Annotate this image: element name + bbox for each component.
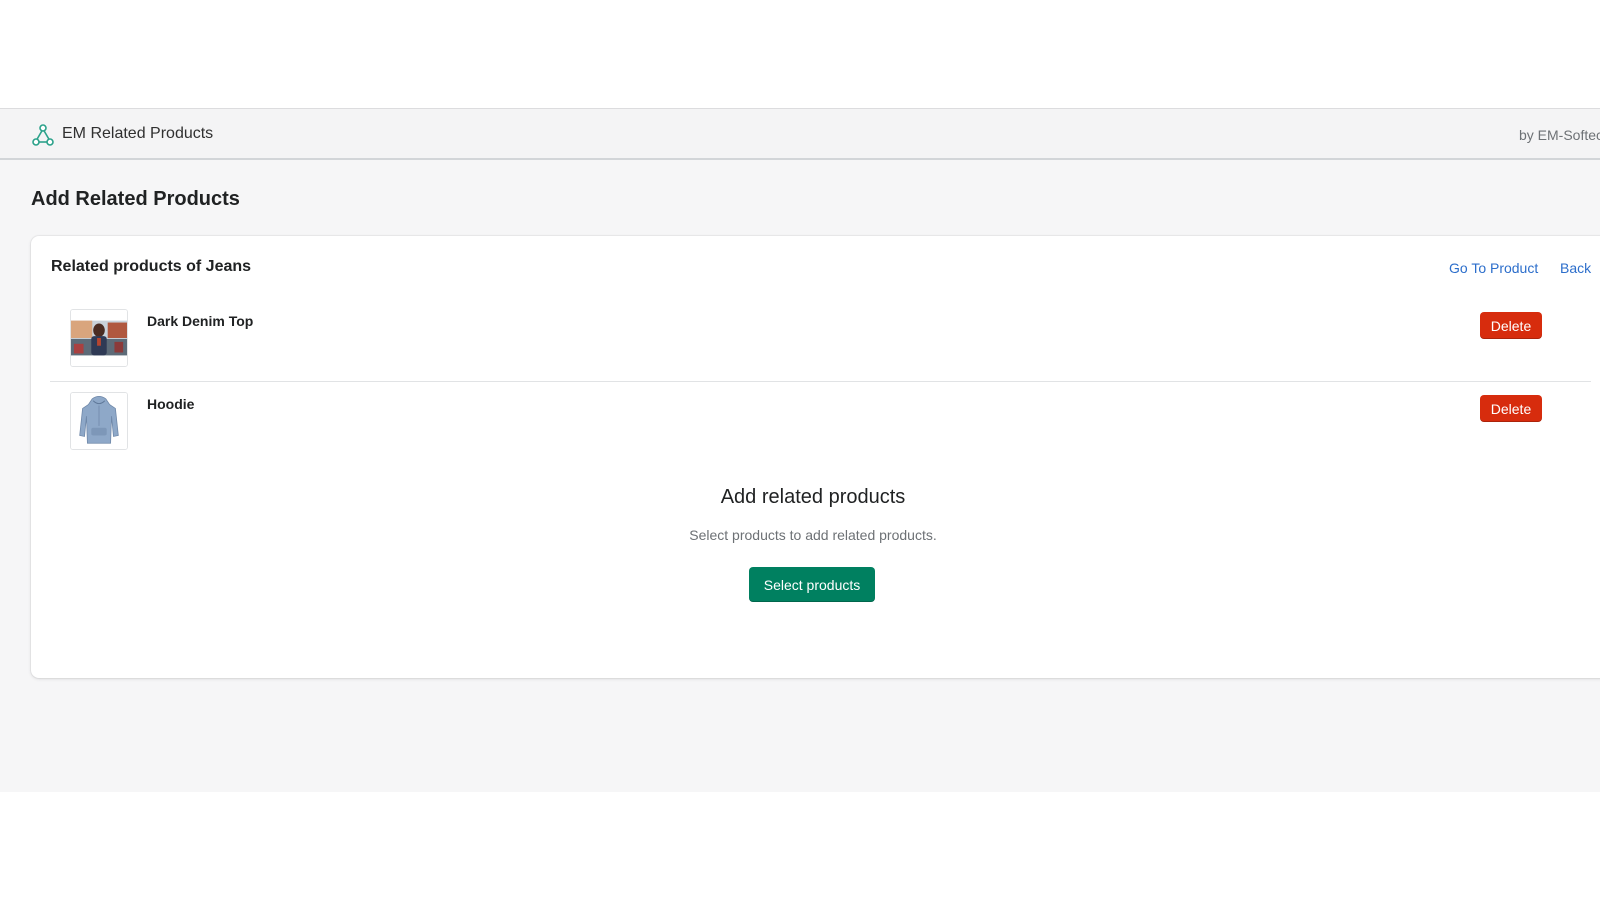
- empty-state-heading: Add related products: [720, 486, 906, 508]
- empty-state-text: Select products to add related products.: [689, 527, 937, 543]
- select-products-button[interactable]: Select products: [749, 567, 875, 602]
- app-name: EM Related Products: [62, 125, 214, 142]
- app-frame: EM Related Products by EM-Softec Add Rel…: [0, 108, 1600, 792]
- app-topbar: EM Related Products by EM-Softec: [0, 108, 1600, 160]
- vendor-credit: by EM-Softec: [1519, 127, 1600, 143]
- product-name: Dark Denim Top: [147, 313, 254, 329]
- product-thumbnail: [70, 309, 128, 367]
- back-link[interactable]: Back: [1560, 260, 1591, 276]
- page-title: Add Related Products: [31, 188, 240, 210]
- product-thumbnail: [70, 392, 128, 450]
- share-network-icon: [31, 123, 55, 147]
- go-to-product-link[interactable]: Go To Product: [1449, 260, 1538, 276]
- related-products-card: Related products of Jeans Go To Product …: [31, 236, 1600, 678]
- delete-button[interactable]: Delete: [1480, 395, 1542, 422]
- product-row: Hoodie Delete: [50, 382, 1591, 464]
- delete-button[interactable]: Delete: [1480, 312, 1542, 339]
- product-name: Hoodie: [147, 396, 195, 412]
- card-title: Related products of Jeans: [51, 258, 252, 275]
- product-row: Dark Denim Top Delete: [50, 299, 1591, 382]
